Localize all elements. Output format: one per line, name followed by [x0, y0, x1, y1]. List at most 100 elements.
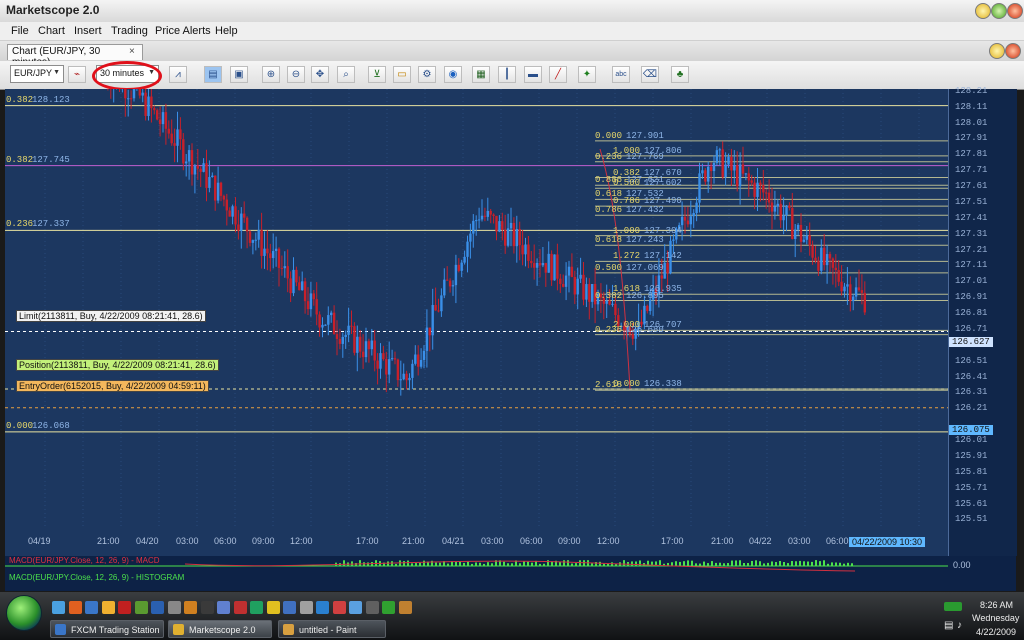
doc-minimize-button[interactable]: [989, 43, 1005, 59]
clock-time[interactable]: 8:26 AM: [980, 600, 1013, 610]
histogram-bar: [675, 561, 677, 566]
zoom-in-icon[interactable]: ⊕: [262, 66, 280, 83]
quick-launch-icon[interactable]: [101, 601, 115, 614]
close-button[interactable]: [1007, 3, 1023, 19]
menu-price-alerts[interactable]: Price Alerts: [155, 25, 211, 37]
image-icon[interactable]: ▦: [472, 66, 490, 83]
quick-launch-icon[interactable]: [316, 601, 329, 614]
candle-body: [205, 163, 208, 188]
menu-file[interactable]: File: [11, 25, 29, 37]
candle-body: [794, 229, 797, 239]
candle-view-icon[interactable]: ▤: [204, 66, 222, 83]
histogram-bar: [731, 560, 733, 566]
arrow-tool-icon[interactable]: ✦: [578, 66, 596, 83]
candle-body: [480, 215, 484, 220]
quick-launch-icon[interactable]: [283, 601, 296, 614]
maximize-button[interactable]: [991, 3, 1007, 19]
candle-body: [721, 149, 724, 178]
taskbar-item-paint[interactable]: untitled - Paint: [278, 620, 386, 638]
quick-launch-icon[interactable]: [299, 601, 313, 614]
quick-launch-icon[interactable]: [398, 601, 412, 614]
note-icon[interactable]: ▭: [393, 66, 411, 83]
quick-launch-icon[interactable]: [332, 601, 346, 614]
quick-launch-icon[interactable]: [151, 601, 164, 614]
price-tick-label: 128.11: [955, 101, 988, 112]
menu-insert[interactable]: Insert: [74, 25, 102, 37]
tree-icon[interactable]: ♣: [671, 66, 689, 83]
price-chart[interactable]: [5, 58, 1016, 556]
price-tick-label: 127.71: [955, 165, 988, 176]
candle-body: [399, 379, 402, 381]
candle-body: [823, 247, 826, 266]
chart-type-icon[interactable]: ⩘: [169, 66, 187, 83]
time-tick-label: 04/21: [442, 536, 465, 546]
network-icon[interactable]: ▤: [944, 620, 953, 631]
menu-trading[interactable]: Trading: [111, 25, 148, 37]
time-tick-label: 12:00: [597, 536, 620, 546]
cursor-icon[interactable]: ✥: [311, 66, 329, 83]
candle-body: [187, 150, 191, 162]
quick-launch-icon[interactable]: [167, 601, 181, 614]
candle-body: [440, 295, 443, 312]
zoom-out-icon[interactable]: ⊖: [287, 66, 305, 83]
candle-body: [788, 205, 791, 209]
symbol-select[interactable]: EUR/JPY ▼: [10, 65, 64, 83]
time-cursor-marker: 04/22/2009 10:30: [849, 537, 926, 547]
quick-launch-icon[interactable]: [68, 601, 82, 614]
battery-icon[interactable]: [944, 602, 962, 611]
candle-body: [359, 336, 362, 352]
candle-body: [605, 300, 608, 304]
menu-chart[interactable]: Chart: [38, 25, 65, 37]
candle-body: [556, 254, 559, 279]
quick-launch-icon[interactable]: [184, 601, 197, 614]
quick-launch-icon[interactable]: [134, 601, 148, 614]
doc-close-button[interactable]: [1005, 43, 1021, 59]
globe-icon[interactable]: ◉: [444, 66, 462, 83]
quick-launch-icon[interactable]: [85, 601, 98, 614]
quick-launch-icon[interactable]: [365, 601, 379, 614]
vertical-line-icon[interactable]: ┃: [498, 66, 516, 83]
candle-body: [843, 286, 846, 292]
histogram-bar: [807, 561, 809, 566]
quick-launch-icon[interactable]: [233, 601, 247, 614]
quick-launch-icon[interactable]: [52, 601, 65, 614]
quick-launch-icon[interactable]: [118, 601, 131, 614]
stream-icon[interactable]: ⌁: [68, 66, 86, 83]
menu-help[interactable]: Help: [215, 25, 238, 37]
candle-body: [512, 222, 516, 247]
candle-body: [559, 278, 562, 284]
quick-launch-icon[interactable]: [382, 601, 395, 614]
indicator-icon[interactable]: ⊻: [368, 66, 386, 83]
histogram-bar: [503, 561, 505, 566]
start-button[interactable]: [6, 595, 42, 631]
minimize-button[interactable]: [975, 3, 991, 19]
candle-body: [695, 202, 698, 213]
quick-launch-icon[interactable]: [266, 601, 280, 614]
tab-chart[interactable]: Chart (EUR/JPY, 30 minutes): [7, 44, 143, 68]
candle-body: [219, 182, 223, 196]
macd-indicator-panel[interactable]: MACD(EUR/JPY.Close, 12, 26, 9) - MACD MA…: [5, 556, 1016, 591]
volume-icon[interactable]: ♪: [957, 620, 962, 631]
taskbar-item-trading-station[interactable]: FXCM Trading Station: [50, 620, 164, 638]
window-icon[interactable]: ▣: [230, 66, 248, 83]
histogram-bar: [523, 561, 525, 566]
histogram-bar: [631, 561, 633, 566]
limit-order-label: Limit(2113811, Buy, 4/22/2009 08:21:41, …: [16, 309, 206, 322]
quick-launch-icon[interactable]: [349, 601, 362, 614]
quick-launch-icon[interactable]: [217, 601, 230, 614]
draw-line-icon[interactable]: ╱: [549, 66, 567, 83]
taskbar-item-marketscope[interactable]: Marketscope 2.0: [168, 620, 272, 638]
eraser-icon[interactable]: ⌫: [641, 66, 659, 83]
quick-launch-icon[interactable]: [200, 601, 214, 614]
horizontal-line-icon[interactable]: ▬: [524, 66, 542, 83]
tab-close-icon[interactable]: ×: [129, 46, 135, 57]
zoom-tool-icon[interactable]: ⌕: [337, 66, 355, 83]
text-tool-icon[interactable]: abc: [612, 66, 630, 83]
candle-body: [585, 284, 588, 300]
histogram-bar: [839, 562, 841, 566]
candle-body: [498, 221, 501, 232]
properties-icon[interactable]: ⚙: [418, 66, 436, 83]
quick-launch-icon[interactable]: [250, 601, 263, 614]
histogram-bar: [507, 563, 509, 566]
candle-body: [489, 210, 492, 215]
